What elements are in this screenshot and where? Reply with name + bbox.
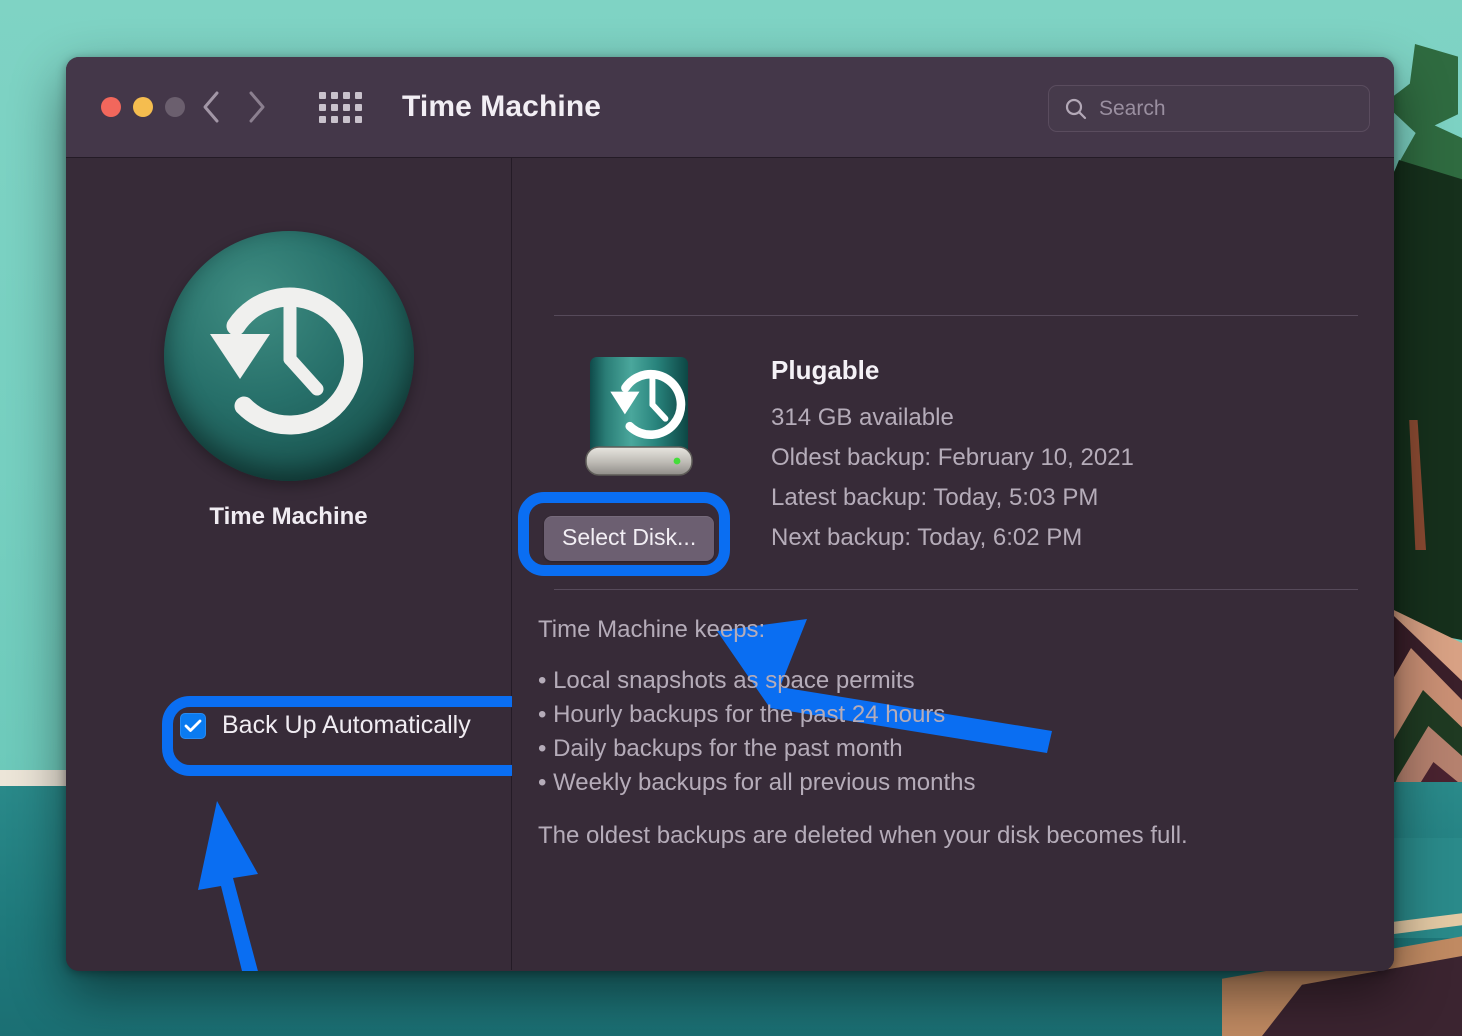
grid-cell [355,92,362,99]
grid-cell [355,116,362,123]
grid-cell [355,104,362,111]
grid-cell [319,116,326,123]
divider-top [554,315,1358,316]
grid-cell [331,104,338,111]
back-up-automatically-checkbox[interactable] [180,713,206,739]
window-body: Time Machine Back Up Automatically [66,158,1394,970]
disk-oldest-backup: Oldest backup: February 10, 2021 [771,438,1134,478]
arrow-to-back-up-automatically [176,778,316,971]
back-chevron-icon[interactable] [191,85,231,129]
search-field[interactable] [1048,85,1370,132]
grid-cell [331,92,338,99]
divider-middle [554,589,1358,590]
system-preferences-window: Time Machine [66,57,1394,971]
back-up-automatically-checkbox-row[interactable]: Back Up Automatically [180,711,471,740]
keeps-footer: The oldest backups are deleted when your… [538,822,1188,850]
grid-cell [319,92,326,99]
keeps-item: • Weekly backups for all previous months [538,766,1188,800]
main-panel: Plugable 314 GB available Oldest backup:… [512,158,1394,970]
backup-disk-icon [584,355,694,479]
grid-cell [343,104,350,111]
grid-cell [331,116,338,123]
sidebar-app-label: Time Machine [66,503,511,531]
grid-cell [319,104,326,111]
minimize-button[interactable] [133,97,153,117]
disk-available: 314 GB available [771,398,1134,438]
disk-info: Plugable 314 GB available Oldest backup:… [771,355,1134,558]
keeps-item: • Local snapshots as space permits [538,664,1188,698]
disk-next-backup: Next backup: Today, 6:02 PM [771,518,1134,558]
time-machine-icon [164,231,414,481]
grid-cell [343,92,350,99]
forward-chevron-icon[interactable] [237,85,277,129]
time-machine-keeps-block: Time Machine keeps: • Local snapshots as… [538,616,1188,850]
keeps-item: • Hourly backups for the past 24 hours [538,698,1188,732]
grid-cell [343,116,350,123]
window-controls [101,97,185,117]
page-title: Time Machine [402,90,601,124]
select-disk-button[interactable]: Select Disk... [544,516,714,561]
search-input[interactable] [1099,97,1370,121]
keeps-item: • Daily backups for the past month [538,732,1188,766]
show-all-grid-icon[interactable] [319,92,362,123]
back-up-automatically-label: Back Up Automatically [222,711,471,740]
sidebar: Time Machine Back Up Automatically [66,158,512,970]
disk-name: Plugable [771,355,1134,386]
zoom-button[interactable] [165,97,185,117]
window-titlebar: Time Machine [66,57,1394,158]
keeps-title: Time Machine keeps: [538,616,1188,644]
search-icon [1064,97,1088,121]
close-button[interactable] [101,97,121,117]
disk-latest-backup: Latest backup: Today, 5:03 PM [771,478,1134,518]
desktop-wallpaper: Time Machine [0,0,1462,1036]
